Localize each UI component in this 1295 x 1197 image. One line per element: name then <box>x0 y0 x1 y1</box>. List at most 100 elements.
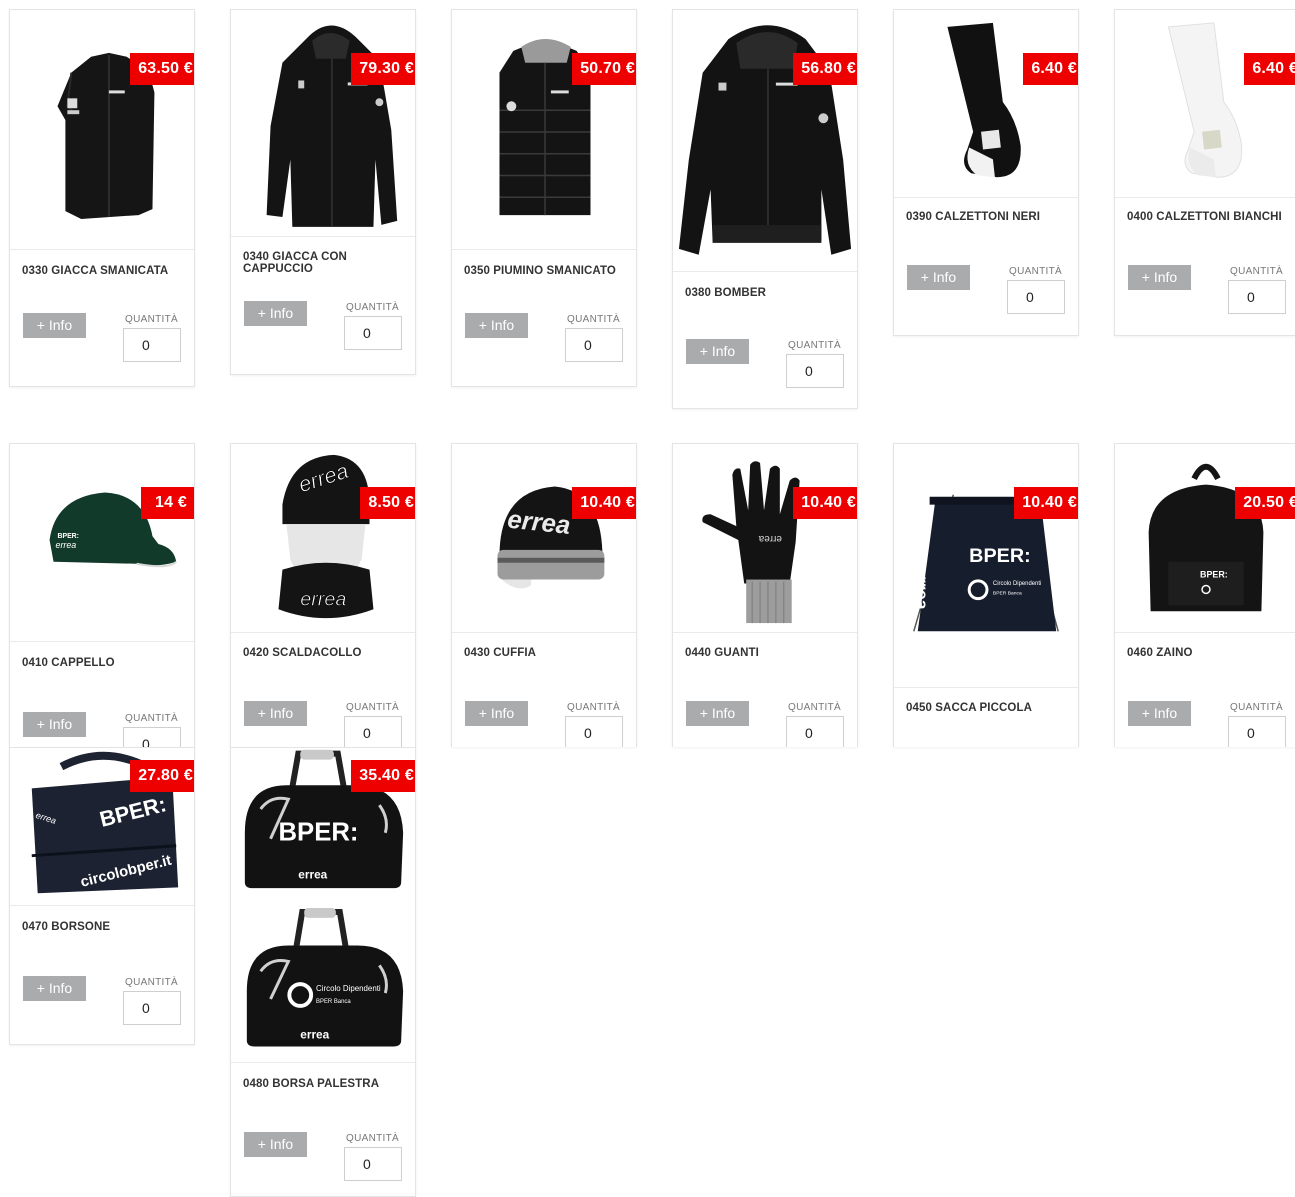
neck-warmer-icon: errea errea <box>278 454 374 619</box>
bag-bper-mark: BPER: <box>969 545 1030 567</box>
product-image[interactable]: BPER: errea Circolo Dipendenti BPER Banc… <box>231 748 415 1063</box>
info-button[interactable]: + Info <box>686 701 749 726</box>
cap-icon: BPER: errea <box>49 492 177 568</box>
product-card: BPER: circolobper.it errea 27.80 € 0470 … <box>9 747 195 1045</box>
gymbag-errea-mark-2: errea <box>300 1028 329 1042</box>
product-image[interactable]: 63.50 € <box>10 10 194 250</box>
quantity-input[interactable] <box>1228 716 1286 747</box>
price-badge: 27.80 € <box>130 760 194 792</box>
price-badge: 56.80 € <box>793 53 857 85</box>
product-name: 0470 BORSONE <box>22 921 111 933</box>
quantity-label: QUANTITÀ <box>1009 266 1062 277</box>
product-actions: + Info QUANTITÀ <box>1115 701 1295 747</box>
product-actions: + Info QUANTITÀ <box>894 265 1078 329</box>
quantity-input[interactable] <box>344 1147 402 1181</box>
product-image[interactable]: errea errea 8.50 € <box>231 444 415 633</box>
quantity-input[interactable] <box>565 328 623 362</box>
quantity-input[interactable] <box>786 716 844 747</box>
product-name: 0450 SACCA PICCOLA <box>906 702 1032 714</box>
product-image[interactable]: 79.30 € <box>231 10 415 237</box>
product-card: 6.40 € 0390 CALZETTONI NERI + Info QUANT… <box>893 9 1079 336</box>
beanie-icon: errea <box>497 486 605 589</box>
quantity-label: QUANTITÀ <box>346 302 399 313</box>
glove-errea-mark: errea <box>758 533 782 544</box>
info-button[interactable]: + Info <box>244 701 307 726</box>
quantity-input[interactable] <box>565 716 623 747</box>
price-badge: 35.40 € <box>351 760 415 792</box>
product-name: 0420 SCALDACOLLO <box>243 647 362 659</box>
product-card: BPER: 20.50 € 0460 ZAINO + Info QUANTITÀ <box>1114 443 1295 747</box>
quantity-label: QUANTITÀ <box>346 1133 399 1144</box>
info-button[interactable]: + Info <box>1128 265 1191 290</box>
quantity-input[interactable] <box>344 316 402 350</box>
info-button[interactable]: + Info <box>23 712 86 737</box>
product-card: errea errea 8.50 € 0420 SCALDACOLLO + In… <box>230 443 416 747</box>
product-name: 0410 CAPPELLO <box>22 657 115 669</box>
quantity-input[interactable] <box>1228 280 1286 314</box>
product-name: 0460 ZAINO <box>1127 647 1193 659</box>
product-image[interactable]: errea 10.40 € <box>452 444 636 633</box>
product-image[interactable]: BPER: circolobper.it errea 27.80 € <box>10 748 194 906</box>
price-badge: 14 € <box>141 487 194 519</box>
quantity-input[interactable] <box>1007 280 1065 314</box>
product-image[interactable]: 50.70 € <box>452 10 636 250</box>
product-name: 0330 GIACCA SMANICATA <box>22 265 169 277</box>
product-card: 56.80 € 0380 BOMBER + Info QUANTITÀ <box>672 9 858 409</box>
product-name: 0480 BORSA PALESTRA <box>243 1078 380 1090</box>
info-button[interactable]: + Info <box>907 265 970 290</box>
product-actions: + Info QUANTITÀ <box>231 301 415 365</box>
backpack-icon: BPER: <box>1148 463 1264 612</box>
product-actions: + Info QUANTITÀ <box>10 313 194 377</box>
price-badge: 10.40 € <box>793 487 857 519</box>
product-actions: + Info QUANTITÀ <box>673 701 857 747</box>
info-button[interactable]: + Info <box>23 313 86 338</box>
info-button[interactable]: + Info <box>23 976 86 1001</box>
vest-icon <box>57 52 155 220</box>
product-image[interactable]: BPER: 20.50 € <box>1115 444 1295 633</box>
quantity-input[interactable] <box>123 328 181 362</box>
product-card: BPER: errea Circolo Dipendenti BPER Banc… <box>230 747 416 1197</box>
product-image[interactable]: BPER: errea 14 € <box>10 444 194 642</box>
product-actions: + Info QUANTITÀ <box>231 1132 415 1196</box>
quantity-input[interactable] <box>123 727 181 747</box>
quantity-label: QUANTITÀ <box>567 314 620 325</box>
info-button[interactable]: + Info <box>686 339 749 364</box>
price-badge: 10.40 € <box>572 487 636 519</box>
product-image[interactable]: 6.40 € <box>894 10 1078 198</box>
price-badge: 10.40 € <box>1014 487 1078 519</box>
info-button[interactable]: + Info <box>244 1132 307 1157</box>
bag-errea-mark: errea <box>912 566 932 611</box>
product-card: BPER: errea Circolo Dipendenti BPER Banc… <box>893 443 1079 747</box>
product-actions: + Info QUANTITÀ <box>1115 265 1295 329</box>
gymbag-bper-mark: BPER: <box>278 819 358 847</box>
product-image[interactable]: 56.80 € <box>673 10 857 272</box>
quantity-input[interactable] <box>344 716 402 747</box>
product-image[interactable]: BPER: errea Circolo Dipendenti BPER Banc… <box>894 444 1078 688</box>
product-card: BPER: errea 14 € 0410 CAPPELLO + Info QU… <box>9 443 195 747</box>
product-name: 0440 GUANTI <box>685 647 759 659</box>
info-button[interactable]: + Info <box>465 701 528 726</box>
quantity-label: QUANTITÀ <box>125 314 178 325</box>
price-badge: 79.30 € <box>351 53 415 85</box>
product-actions: + Info QUANTITÀ <box>10 712 194 747</box>
info-button[interactable]: + Info <box>244 301 307 326</box>
gymbag-errea-mark: errea <box>298 867 327 881</box>
quantity-label: QUANTITÀ <box>788 340 841 351</box>
info-button[interactable]: + Info <box>465 313 528 338</box>
price-badge: 50.70 € <box>572 53 636 85</box>
product-image[interactable]: 6.40 € <box>1115 10 1295 198</box>
bomber-jacket-icon <box>678 25 852 255</box>
glove-icon: errea <box>702 461 800 624</box>
quantity-label: QUANTITÀ <box>125 977 178 988</box>
price-badge: 6.40 € <box>1023 53 1078 85</box>
quantity-input[interactable] <box>786 354 844 388</box>
bag-circolo-mark: Circolo Dipendenti <box>993 581 1041 587</box>
product-card: 79.30 € 0340 GIACCA CON CAPPUCCIO + Info… <box>230 9 416 375</box>
info-button[interactable]: + Info <box>1128 701 1191 726</box>
quantity-input[interactable] <box>123 991 181 1025</box>
product-name: 0430 CUFFIA <box>464 647 537 659</box>
product-actions: + Info QUANTITÀ <box>452 313 636 377</box>
price-badge: 6.40 € <box>1244 53 1295 85</box>
product-image[interactable]: errea 10.40 € <box>673 444 857 633</box>
product-actions: + Info QUANTITÀ <box>231 701 415 747</box>
